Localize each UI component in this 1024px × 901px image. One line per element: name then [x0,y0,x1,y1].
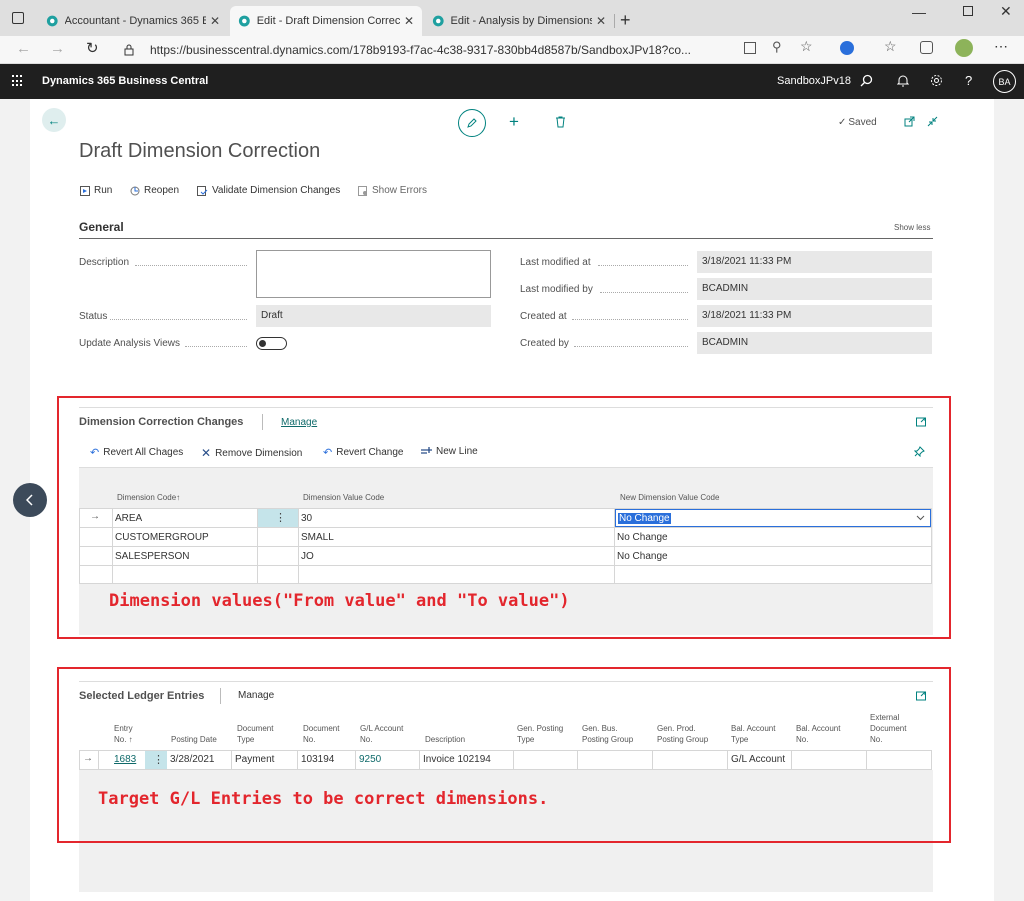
browser-tab-label: Accountant - Dynamics 365 Busi [64,15,206,27]
run-icon [80,185,90,196]
run-label: Run [94,185,113,196]
validate-label: Validate Dimension Changes [212,185,341,196]
browser-tab-analysis[interactable]: Edit - Analysis by Dimensions - D ✕ [424,6,614,36]
favorites-bar-icon[interactable]: ☆ [884,38,897,55]
favorite-icon[interactable]: ☆ [800,38,813,55]
profile-avatar[interactable] [955,39,973,57]
leader-dots [598,265,688,266]
leader-dots [135,265,247,266]
saved-label: Saved [848,117,877,128]
description-field[interactable] [256,250,491,298]
show-less-link[interactable]: Show less [894,223,930,232]
leader-dots [574,346,688,347]
validate-icon [197,185,208,196]
last-modified-at-value: 3/18/2021 11:33 PM [697,251,932,273]
status-label: Status [79,311,108,322]
close-tab-icon[interactable]: ✕ [596,14,606,28]
reopen-icon [130,186,140,195]
dynamics-logo-icon [238,15,250,27]
app-launcher-icon[interactable] [12,75,24,87]
search-icon[interactable] [860,74,873,87]
last-modified-at-label: Last modified at [520,257,591,268]
dynamics-logo-icon [46,15,58,27]
created-at-value: 3/18/2021 11:33 PM [697,305,932,327]
update-analysis-views-toggle[interactable] [256,337,287,350]
maximize-icon[interactable] [963,6,973,16]
checkmark-icon: ✓ [838,117,847,128]
annotation-box-ledger-entries [57,667,951,843]
open-new-window-icon[interactable] [904,116,915,127]
edit-mode-button[interactable] [458,109,486,137]
general-heading: General [79,220,124,234]
close-tab-icon[interactable]: ✕ [210,14,220,28]
description-label: Description [79,257,130,268]
close-window-icon[interactable]: ✕ [1000,3,1012,20]
page-title: Draft Dimension Correction [79,140,321,162]
show-errors-icon [358,185,367,196]
environment-name: SandboxJPv18 [777,75,851,87]
bell-icon[interactable] [897,74,909,87]
browser-tab-label: Edit - Analysis by Dimensions - D [450,15,592,27]
last-modified-by-value: BCADMIN [697,278,932,300]
url-text: https://businesscentral.dynamics.com/178… [150,43,692,57]
collapse-icon[interactable] [927,116,938,127]
show-errors-action[interactable]: Show Errors [358,185,427,196]
browser-tab-accountant[interactable]: Accountant - Dynamics 365 Busi ✕ [38,6,228,36]
browser-tab-draft-dimension[interactable]: Edit - Draft Dimension Correctio ✕ [230,6,422,36]
reopen-label: Reopen [144,185,180,196]
tab-actions-icon[interactable] [12,12,24,24]
back-button[interactable]: ← [42,108,66,132]
help-icon[interactable]: ? [965,73,972,88]
browser-tab-label: Edit - Draft Dimension Correctio [256,15,400,27]
leader-dots [185,346,247,347]
close-tab-icon[interactable]: ✕ [404,14,414,28]
page-margin-right [994,99,1024,901]
run-action[interactable]: Run [80,185,112,196]
created-at-label: Created at [520,311,567,322]
url-field[interactable]: https://businesscentral.dynamics.com/178… [112,39,832,61]
reopen-action[interactable]: Reopen [130,185,179,196]
app-title: Dynamics 365 Business Central [42,75,209,87]
more-icon[interactable]: ⋯ [994,38,1008,55]
user-avatar[interactable]: BA [993,70,1016,93]
show-errors-label: Show Errors [372,185,428,196]
browser-address-bar: ← → ↻ https://businesscentral.dynamics.c… [0,36,1024,64]
leader-dots [600,292,688,293]
annotation-dimension-values: Dimension values("From value" and "To va… [109,591,570,611]
leader-dots [572,319,688,320]
zoom-icon[interactable]: ⚲ [772,39,782,55]
last-modified-by-label: Last modified by [520,284,593,295]
forward-icon[interactable]: → [50,40,65,57]
collections-icon[interactable] [920,41,933,54]
dynamics-logo-icon [432,15,444,27]
collapse-sidebar-button[interactable] [13,483,47,517]
created-by-label: Created by [520,338,569,349]
update-analysis-views-label: Update Analysis Views [79,338,180,349]
leader-dots [110,319,247,320]
saved-status: ✓ Saved [838,117,877,128]
delete-icon[interactable] [555,116,566,128]
pencil-icon [467,118,477,128]
created-by-value: BCADMIN [697,332,932,354]
app-bar: Dynamics 365 Business Central SandboxJPv… [0,64,1024,99]
validate-dimension-changes-action[interactable]: Validate Dimension Changes [197,185,340,196]
annotation-ledger-entries: Target G/L Entries to be correct dimensi… [98,789,549,809]
general-divider [79,238,933,239]
tab-divider [614,14,615,28]
chevron-left-icon [26,494,33,506]
refresh-icon[interactable]: ↻ [86,39,99,57]
new-record-icon[interactable]: + [509,112,519,132]
back-icon[interactable]: ← [16,40,31,57]
browser-tab-bar: Accountant - Dynamics 365 Busi ✕ Edit - … [0,0,1024,36]
status-value: Draft [256,305,491,327]
minimize-icon[interactable]: — [912,4,926,20]
apps-icon[interactable] [744,42,756,54]
lock-icon [124,44,134,56]
new-tab-icon[interactable]: + [620,10,631,31]
gear-icon[interactable] [930,74,943,87]
extension-icon[interactable] [840,41,854,55]
